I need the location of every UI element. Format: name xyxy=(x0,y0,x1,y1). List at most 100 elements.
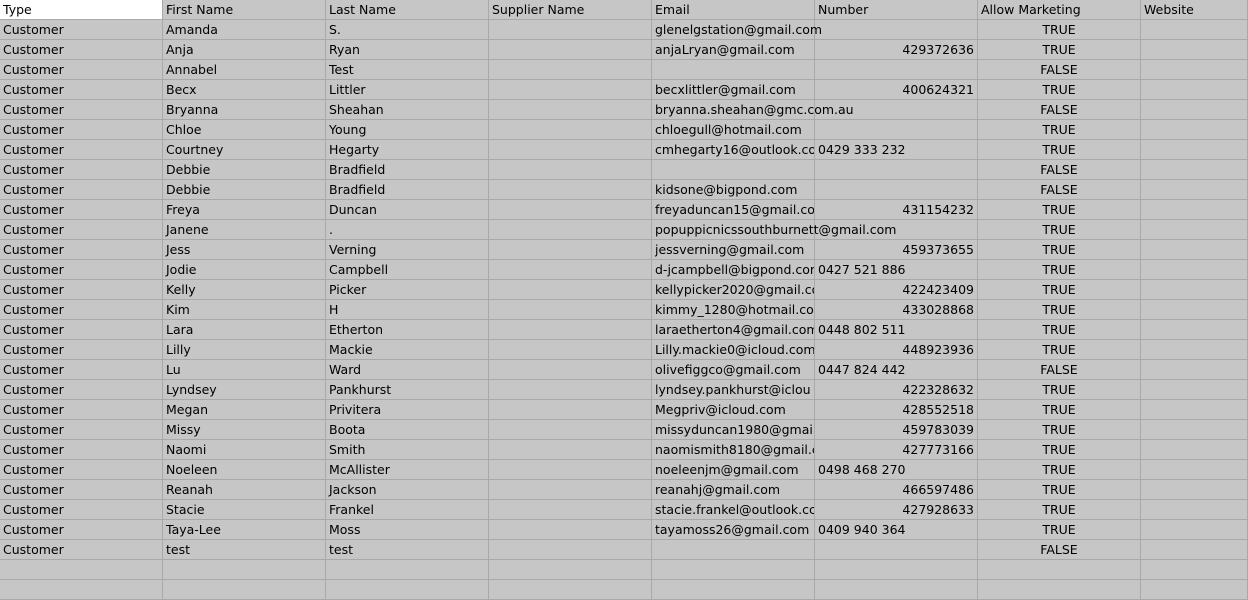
cell-allow-marketing[interactable]: FALSE xyxy=(978,160,1141,180)
cell-email[interactable]: stacie.frankel@outlook.cc xyxy=(652,500,815,520)
cell-supplier-name[interactable] xyxy=(489,420,652,440)
cell-allow-marketing[interactable]: TRUE xyxy=(978,240,1141,260)
cell-email[interactable] xyxy=(652,160,815,180)
header-email[interactable]: Email xyxy=(652,0,815,20)
cell-website[interactable] xyxy=(1141,80,1248,100)
cell-website[interactable] xyxy=(1141,120,1248,140)
cell-website[interactable] xyxy=(1141,480,1248,500)
cell-allow-marketing[interactable]: TRUE xyxy=(978,260,1141,280)
cell-last-name[interactable]: Verning xyxy=(326,240,489,260)
empty-cell[interactable] xyxy=(978,580,1141,600)
cell-website[interactable] xyxy=(1141,100,1248,120)
cell-number[interactable]: 428552518 xyxy=(815,400,978,420)
cell-last-name[interactable]: . xyxy=(326,220,489,240)
cell-allow-marketing[interactable]: FALSE xyxy=(978,180,1141,200)
cell-number[interactable]: 448923936 xyxy=(815,340,978,360)
cell-type[interactable]: Customer xyxy=(0,280,163,300)
cell-first-name[interactable]: Jess xyxy=(163,240,326,260)
cell-email[interactable]: cmhegarty16@outlook.co xyxy=(652,140,815,160)
cell-number[interactable]: 459373655 xyxy=(815,240,978,260)
cell-number[interactable]: 466597486 xyxy=(815,480,978,500)
cell-website[interactable] xyxy=(1141,420,1248,440)
cell-supplier-name[interactable] xyxy=(489,380,652,400)
cell-last-name[interactable]: Ward xyxy=(326,360,489,380)
cell-number[interactable] xyxy=(815,540,978,560)
cell-first-name[interactable]: Missy xyxy=(163,420,326,440)
cell-supplier-name[interactable] xyxy=(489,180,652,200)
cell-last-name[interactable]: Hegarty xyxy=(326,140,489,160)
cell-email[interactable]: becxlittler@gmail.com xyxy=(652,80,815,100)
cell-first-name[interactable]: Kelly xyxy=(163,280,326,300)
cell-number[interactable]: 433028868 xyxy=(815,300,978,320)
cell-number[interactable]: 429372636 xyxy=(815,40,978,60)
cell-last-name[interactable]: Ryan xyxy=(326,40,489,60)
cell-type[interactable]: Customer xyxy=(0,180,163,200)
cell-website[interactable] xyxy=(1141,360,1248,380)
cell-supplier-name[interactable] xyxy=(489,160,652,180)
empty-cell[interactable] xyxy=(163,560,326,580)
cell-first-name[interactable]: Lara xyxy=(163,320,326,340)
cell-last-name[interactable]: H xyxy=(326,300,489,320)
cell-website[interactable] xyxy=(1141,180,1248,200)
cell-first-name[interactable]: Chloe xyxy=(163,120,326,140)
cell-number[interactable] xyxy=(815,180,978,200)
cell-type[interactable]: Customer xyxy=(0,20,163,40)
cell-last-name[interactable]: Picker xyxy=(326,280,489,300)
cell-email[interactable]: olivefiggco@gmail.com xyxy=(652,360,815,380)
cell-number[interactable]: 427928633 xyxy=(815,500,978,520)
header-last-name[interactable]: Last Name xyxy=(326,0,489,20)
empty-cell[interactable] xyxy=(815,580,978,600)
cell-last-name[interactable]: Littler xyxy=(326,80,489,100)
cell-number[interactable]: 0448 802 511 xyxy=(815,320,978,340)
cell-number[interactable] xyxy=(815,160,978,180)
cell-allow-marketing[interactable]: TRUE xyxy=(978,220,1141,240)
cell-email[interactable]: tayamoss26@gmail.com xyxy=(652,520,815,540)
cell-last-name[interactable]: Young xyxy=(326,120,489,140)
cell-email[interactable]: noeleenjm@gmail.com xyxy=(652,460,815,480)
cell-type[interactable]: Customer xyxy=(0,360,163,380)
cell-type[interactable]: Customer xyxy=(0,40,163,60)
cell-supplier-name[interactable] xyxy=(489,400,652,420)
cell-first-name[interactable]: Debbie xyxy=(163,160,326,180)
cell-email[interactable] xyxy=(652,60,815,80)
cell-email[interactable]: Megpriv@icloud.com xyxy=(652,400,815,420)
cell-website[interactable] xyxy=(1141,40,1248,60)
cell-type[interactable]: Customer xyxy=(0,320,163,340)
cell-last-name[interactable]: Test xyxy=(326,60,489,80)
cell-last-name[interactable]: Moss xyxy=(326,520,489,540)
cell-type[interactable]: Customer xyxy=(0,420,163,440)
cell-type[interactable]: Customer xyxy=(0,500,163,520)
cell-supplier-name[interactable] xyxy=(489,320,652,340)
cell-email[interactable]: naomismith8180@gmail.c xyxy=(652,440,815,460)
cell-supplier-name[interactable] xyxy=(489,280,652,300)
cell-last-name[interactable]: Privitera xyxy=(326,400,489,420)
cell-last-name[interactable]: McAllister xyxy=(326,460,489,480)
cell-website[interactable] xyxy=(1141,300,1248,320)
cell-email[interactable]: chloegull@hotmail.com xyxy=(652,120,815,140)
cell-number[interactable]: 0409 940 364 xyxy=(815,520,978,540)
cell-first-name[interactable]: Lilly xyxy=(163,340,326,360)
cell-first-name[interactable]: Reanah xyxy=(163,480,326,500)
header-allow-marketing[interactable]: Allow Marketing xyxy=(978,0,1141,20)
cell-last-name[interactable]: Duncan xyxy=(326,200,489,220)
cell-first-name[interactable]: Lyndsey xyxy=(163,380,326,400)
cell-allow-marketing[interactable]: TRUE xyxy=(978,520,1141,540)
cell-allow-marketing[interactable]: TRUE xyxy=(978,200,1141,220)
cell-allow-marketing[interactable]: TRUE xyxy=(978,380,1141,400)
empty-cell[interactable] xyxy=(163,580,326,600)
cell-type[interactable]: Customer xyxy=(0,440,163,460)
cell-first-name[interactable]: Kim xyxy=(163,300,326,320)
cell-allow-marketing[interactable]: TRUE xyxy=(978,140,1141,160)
cell-last-name[interactable]: Sheahan xyxy=(326,100,489,120)
cell-allow-marketing[interactable]: TRUE xyxy=(978,460,1141,480)
cell-email[interactable]: reanahj@gmail.com xyxy=(652,480,815,500)
header-type[interactable]: Type xyxy=(0,0,163,20)
header-supplier-name[interactable]: Supplier Name xyxy=(489,0,652,20)
cell-allow-marketing[interactable]: TRUE xyxy=(978,120,1141,140)
cell-number[interactable]: 0447 824 442 xyxy=(815,360,978,380)
cell-number[interactable] xyxy=(815,120,978,140)
cell-email[interactable]: Lilly.mackie0@icloud.com xyxy=(652,340,815,360)
empty-cell[interactable] xyxy=(0,580,163,600)
cell-first-name[interactable]: Freya xyxy=(163,200,326,220)
cell-supplier-name[interactable] xyxy=(489,60,652,80)
